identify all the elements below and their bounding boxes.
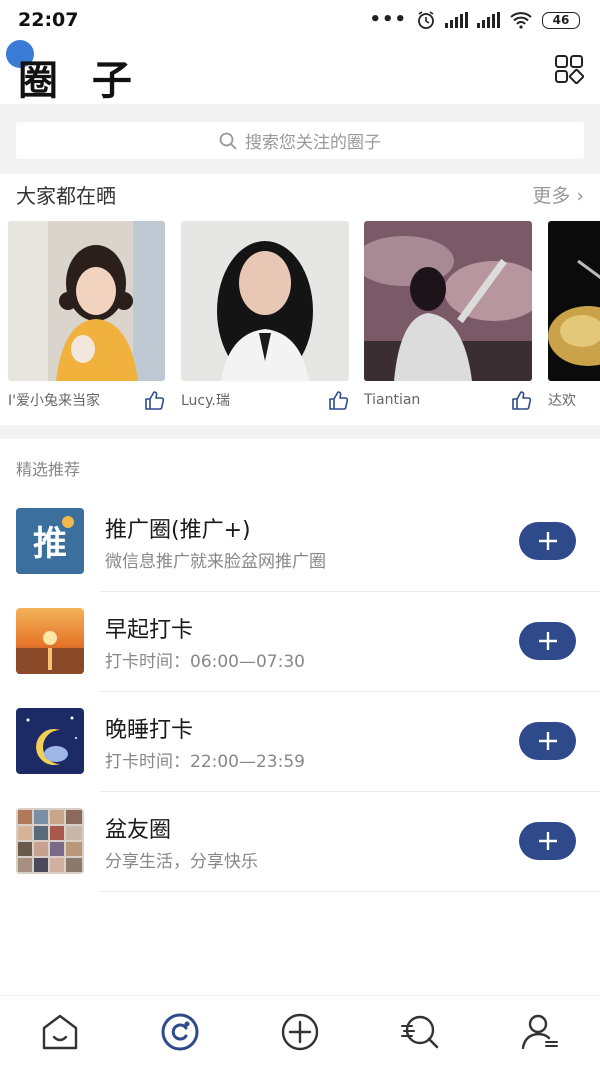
thumb-char: 推 <box>33 524 67 564</box>
photo-card[interactable]: Lucy.瑞 <box>181 221 349 416</box>
alarm-icon <box>418 11 434 29</box>
section-divider <box>0 425 600 439</box>
group-desc: 分享生活，分享快乐 <box>105 852 258 872</box>
group-desc: 打卡时间：06:00—07:30 <box>105 652 305 672</box>
list-item[interactable]: 盆友圈 分享生活，分享快乐 <box>0 792 600 892</box>
search-icon <box>219 132 237 150</box>
join-button[interactable] <box>519 622 576 660</box>
signal-1-icon <box>445 12 468 28</box>
search-input[interactable]: 搜索您关注的圈子 <box>16 122 584 159</box>
like-icon[interactable] <box>143 389 165 411</box>
list-item[interactable]: 晚睡打卡 打卡时间：22:00—23:59 <box>0 692 600 792</box>
group-thumb: 推 <box>16 508 84 574</box>
group-name: 早起打卡 <box>105 618 194 643</box>
group-thumb <box>16 808 84 874</box>
join-button[interactable] <box>519 822 576 860</box>
nav-home[interactable] <box>0 996 120 1067</box>
list-item[interactable]: 早起打卡 打卡时间：06:00—07:30 <box>0 592 600 692</box>
plus-icon <box>538 532 557 550</box>
post-photo[interactable] <box>364 221 532 381</box>
group-name: 盆友圈 <box>105 818 172 843</box>
group-name: 推广圈(推广+) <box>105 518 251 543</box>
battery-icon: 46 <box>542 11 580 29</box>
plus-icon <box>538 732 557 750</box>
photo-card[interactable]: 达欢 <box>548 221 600 416</box>
discover-icon <box>401 1015 439 1048</box>
photo-card[interactable]: I'爱小兔来当家 <box>8 221 165 416</box>
like-icon[interactable] <box>510 389 532 411</box>
like-icon[interactable] <box>327 389 349 411</box>
list-item[interactable]: 推 推广圈(推广+) 微信息推广就来脸盆网推广圈 <box>0 492 600 592</box>
recommended-list: 推 推广圈(推广+) 微信息推广就来脸盆网推广圈 早起打卡 打卡时间：06:00… <box>0 492 600 892</box>
post-meta: I'爱小兔来当家 <box>8 389 165 411</box>
plus-icon <box>538 832 557 850</box>
page-title: 圈 子 <box>18 58 142 104</box>
post-meta: 达欢 <box>548 389 600 411</box>
nav-add[interactable] <box>240 996 360 1067</box>
group-thumb <box>16 608 84 674</box>
search-area: 搜索您关注的圈子 <box>0 104 600 174</box>
post-username: Tiantian <box>364 392 421 408</box>
group-desc: 打卡时间：22:00—23:59 <box>105 752 305 772</box>
post-photo[interactable] <box>548 221 600 381</box>
nav-circle[interactable] <box>120 996 240 1067</box>
circle-icon <box>161 1013 199 1050</box>
add-icon <box>281 1013 319 1050</box>
post-username: 达欢 <box>548 393 576 409</box>
join-button[interactable] <box>519 522 576 560</box>
everyone-header: 大家都在晒 更多 › <box>16 178 584 210</box>
plus-icon <box>538 632 557 650</box>
group-name: 晚睡打卡 <box>105 718 194 743</box>
everyone-title: 大家都在晒 <box>16 183 116 208</box>
photo-carousel[interactable]: I'爱小兔来当家 Lucy.瑞 Tiantian 达欢 <box>0 221 600 421</box>
profile-icon <box>521 1014 558 1049</box>
post-meta: Tiantian <box>364 389 532 411</box>
status-icons: ••• 46 <box>369 10 580 30</box>
recommended-title: 精选推荐 <box>16 460 81 479</box>
signal-2-icon <box>477 12 500 28</box>
status-bar: 22:07 ••• 46 <box>0 0 600 40</box>
search-placeholder: 搜索您关注的圈子 <box>245 133 381 153</box>
bottom-nav <box>0 995 600 1067</box>
post-photo[interactable] <box>8 221 165 381</box>
row-divider <box>100 891 600 892</box>
status-time: 22:07 <box>18 9 79 31</box>
join-button[interactable] <box>519 722 576 760</box>
wifi-icon <box>510 12 532 29</box>
group-desc: 微信息推广就来脸盆网推广圈 <box>105 552 326 572</box>
chevron-right-icon: › <box>570 184 584 207</box>
group-thumb <box>16 708 84 774</box>
post-photo[interactable] <box>181 221 349 381</box>
post-username: Lucy.瑞 <box>181 393 230 409</box>
more-label: 更多 <box>532 184 571 207</box>
nav-discover[interactable] <box>360 996 480 1067</box>
photo-card[interactable]: Tiantian <box>364 221 532 416</box>
home-icon <box>42 1014 78 1049</box>
more-dots-icon: ••• <box>369 9 407 30</box>
post-meta: Lucy.瑞 <box>181 389 349 411</box>
post-username: I'爱小兔来当家 <box>8 393 100 409</box>
nav-profile[interactable] <box>480 996 600 1067</box>
grid-icon[interactable] <box>554 54 584 84</box>
more-link[interactable]: 更多 › <box>532 181 584 208</box>
